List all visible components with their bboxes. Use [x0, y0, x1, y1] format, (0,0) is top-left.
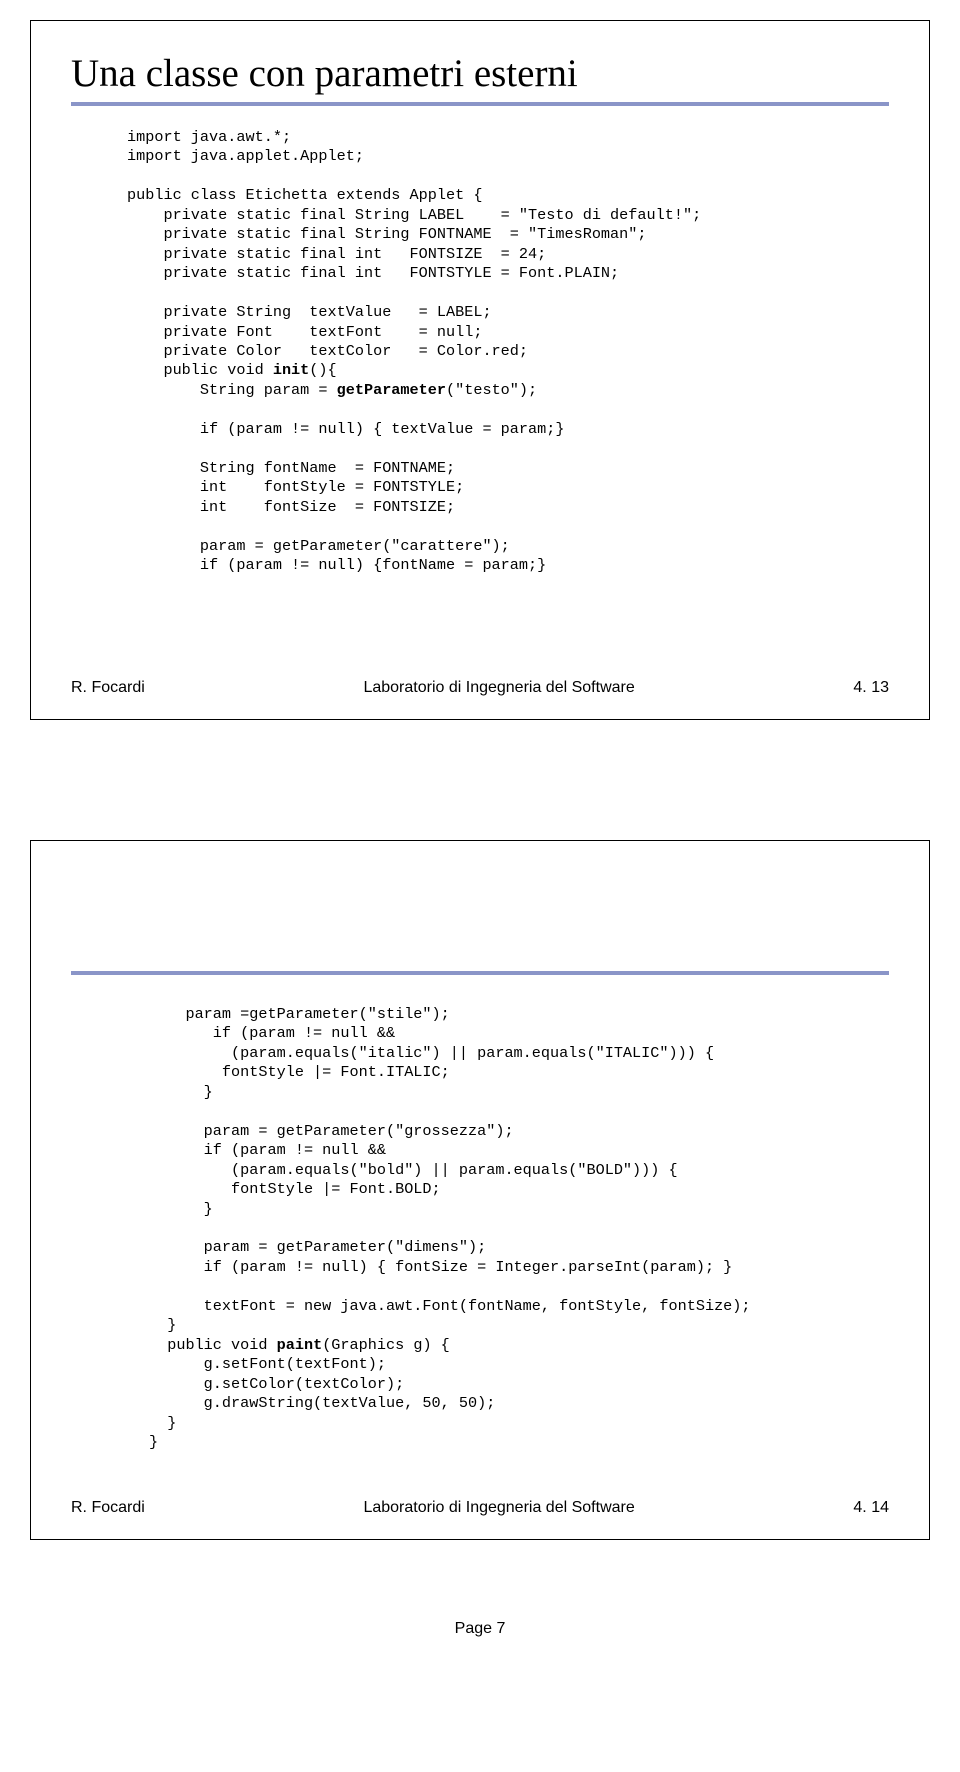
footer-title: Laboratorio di Ingegneria del Software	[363, 679, 634, 697]
divider	[71, 971, 889, 975]
slide-1: Una classe con parametri esterni import …	[30, 20, 930, 720]
footer-page: 4. 13	[853, 679, 889, 697]
code-text: public void	[127, 361, 273, 379]
code-text: param =getParameter("stile"); if (param …	[149, 1005, 751, 1334]
slide-2: param =getParameter("stile"); if (param …	[30, 840, 930, 1540]
footer-author: R. Focardi	[71, 679, 145, 697]
page-number: Page 7	[0, 1620, 960, 1638]
divider	[71, 102, 889, 106]
code-bold: paint	[277, 1336, 323, 1354]
slide-footer: R. Focardi Laboratorio di Ingegneria del…	[71, 679, 889, 697]
code-text: public void	[149, 1336, 277, 1354]
code-bold: getParameter	[337, 381, 446, 399]
code-block-1: import java.awt.*; import java.applet.Ap…	[71, 128, 889, 575]
code-bold: init	[273, 361, 309, 379]
code-block-2: param =getParameter("stile"); if (param …	[71, 1005, 889, 1452]
footer-author: R. Focardi	[71, 1499, 145, 1517]
slide-footer: R. Focardi Laboratorio di Ingegneria del…	[71, 1499, 889, 1517]
footer-page: 4. 14	[853, 1499, 889, 1517]
code-text: import java.awt.*; import java.applet.Ap…	[127, 128, 701, 360]
slide-title: Una classe con parametri esterni	[71, 51, 889, 96]
footer-title: Laboratorio di Ingegneria del Software	[363, 1499, 634, 1517]
code-text: ("testo"); if (param != null) { textValu…	[127, 381, 564, 574]
